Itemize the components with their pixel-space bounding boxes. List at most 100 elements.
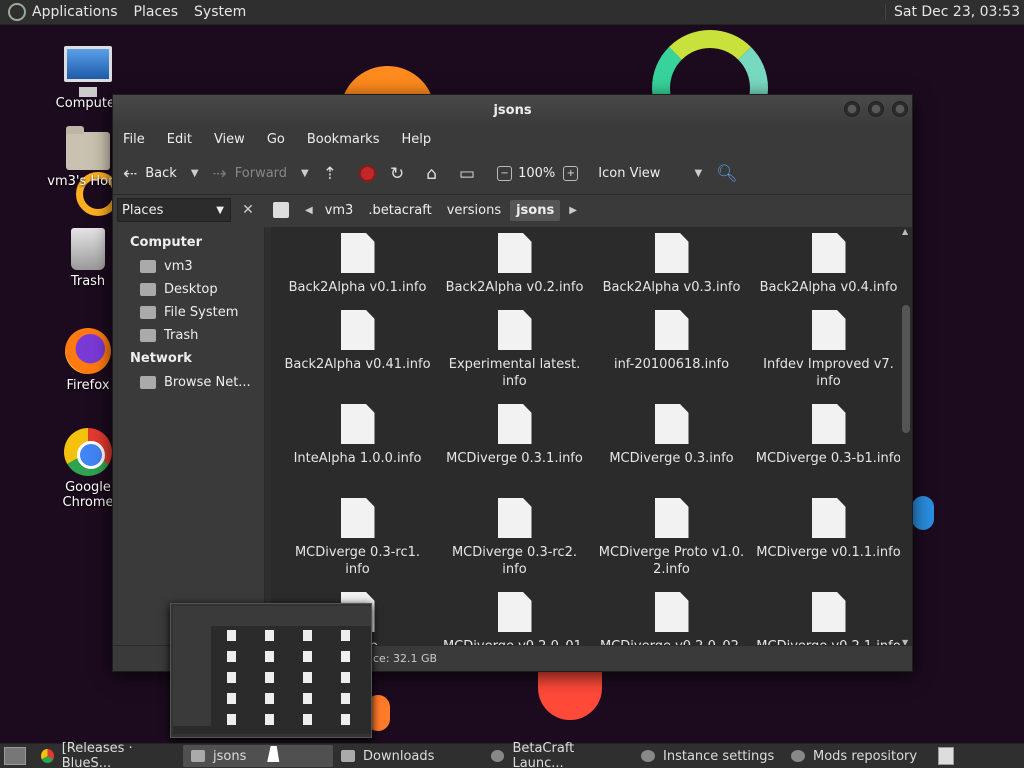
location-bar: Places ▼ ✕ ◀ vm3 .betacraft versions jso… [113, 195, 912, 225]
window-preview-thumbnail[interactable] [170, 603, 372, 738]
forward-button[interactable]: ⇢ Forward ▼ [213, 164, 309, 184]
scrollbar-thumb[interactable] [902, 305, 910, 433]
computer-icon [64, 46, 112, 97]
desktop-folder-icon [140, 283, 156, 296]
chevron-down-icon: ▼ [216, 204, 224, 216]
breadcrumb-right-arrow-icon[interactable]: ▶ [569, 205, 577, 216]
preview-document-icon [265, 693, 274, 704]
view-mode-select[interactable]: Icon View ▼ [598, 166, 702, 181]
file-view: Back2Alpha v0.1.info Back2Alpha v0.2.info… [271, 227, 912, 647]
file-item[interactable]: Back2Alpha v0.41.info [279, 310, 436, 404]
back-history-dropdown[interactable]: ▼ [191, 168, 199, 179]
sidebar-mode-select[interactable]: Places ▼ [117, 198, 231, 222]
search-button[interactable]: 🔍︎ [716, 164, 746, 184]
file-item[interactable]: MCDiverge 0.3-rc2. info [436, 498, 593, 592]
file-item[interactable]: Back2Alpha v0.2.info [436, 233, 593, 310]
home-button[interactable]: ⌂ [426, 164, 445, 184]
task-mods-repository[interactable]: Mods repository [783, 745, 933, 767]
file-name: MCDiverge 0.3.1.info [446, 451, 583, 466]
menu-bookmarks[interactable]: Bookmarks [307, 132, 380, 147]
sidebar-item-file-system[interactable]: File System [113, 301, 264, 324]
search-icon: 🔍︎ [716, 163, 738, 184]
places-sidebar: Computer vm3 Desktop File System Trash N… [113, 227, 265, 647]
edit-location-icon[interactable] [273, 202, 289, 218]
close-button[interactable] [892, 101, 908, 117]
vertical-scrollbar[interactable]: ▲ ▼ [900, 227, 912, 647]
file-item[interactable]: inf-20100618.info [593, 310, 750, 404]
stop-button[interactable] [359, 165, 376, 182]
maximize-button[interactable] [868, 101, 884, 117]
file-item[interactable]: MCDiverge v0.2.0_01. info [436, 592, 593, 647]
breadcrumb-versions[interactable]: versions [441, 200, 507, 221]
breadcrumb-vm3[interactable]: vm3 [319, 200, 360, 221]
zoom-out-icon[interactable]: − [497, 166, 513, 181]
window-title: jsons [493, 102, 532, 118]
up-button[interactable]: ⇡ [323, 164, 345, 184]
file-manager-window: jsons File Edit View Go Bookmarks Help ⇠… [112, 94, 913, 672]
file-name: MCDiverge v0.1.1.info [756, 545, 901, 560]
task-jsons[interactable]: jsons [183, 745, 333, 767]
file-item[interactable]: MCDiverge v0.1.1.info [750, 498, 907, 592]
show-desktop-button[interactable] [4, 747, 26, 765]
places-menu[interactable]: Places [134, 4, 179, 20]
file-item[interactable]: Infdev Improved v7. info [750, 310, 907, 404]
preview-document-icon [341, 672, 350, 683]
file-item[interactable]: MCDiverge Proto v1.0. 2.info [593, 498, 750, 592]
workspace-switcher[interactable] [938, 747, 954, 765]
reload-button[interactable]: ↻ [390, 164, 412, 184]
task-downloads[interactable]: Downloads [333, 745, 483, 767]
scroll-up-icon[interactable]: ▲ [902, 227, 908, 236]
file-item[interactable]: MCDiverge 0.3.1.info [436, 404, 593, 498]
file-item[interactable]: Back2Alpha v0.4.info [750, 233, 907, 310]
system-menu[interactable]: System [194, 4, 246, 20]
file-item[interactable]: Back2Alpha v0.3.info [593, 233, 750, 310]
applications-menu[interactable]: Applications [32, 4, 118, 20]
firefox-icon [65, 328, 111, 374]
file-item[interactable]: Experimental latest. info [436, 310, 593, 404]
breadcrumb-betacraft[interactable]: .betacraft [362, 200, 437, 221]
task-chrome[interactable]: [Releases · BlueS... [33, 741, 183, 768]
java-icon [491, 750, 505, 762]
sidebar-item-label: Browse Net... [164, 375, 251, 390]
minimize-button[interactable] [844, 101, 860, 117]
clock[interactable]: Sat Dec 23, 03:53 [884, 4, 1020, 20]
task-instance-settings[interactable]: Instance settings [633, 745, 783, 767]
sidebar-item-label: File System [164, 305, 239, 320]
chrome-icon [41, 749, 54, 763]
sidebar-item-label: Trash [164, 328, 199, 343]
menu-view[interactable]: View [214, 132, 245, 147]
distro-logo-icon[interactable] [8, 3, 26, 21]
document-icon [811, 592, 846, 632]
file-item[interactable]: MCDiverge v0.2.0_02. info [593, 592, 750, 647]
file-item[interactable]: MCDiverge 0.3.info [593, 404, 750, 498]
trash-icon [71, 228, 105, 270]
file-item[interactable]: MCDiverge 0.3-rc1. info [279, 498, 436, 592]
window-titlebar[interactable]: jsons [113, 95, 912, 125]
sidebar-item-trash[interactable]: Trash [113, 324, 264, 347]
file-item[interactable]: MCDiverge v0.2.1.info [750, 592, 907, 647]
file-name: Back2Alpha v0.4.info [759, 280, 898, 295]
forward-history-dropdown[interactable]: ▼ [301, 168, 309, 179]
menu-file[interactable]: File [123, 132, 145, 147]
task-betacraft[interactable]: BetaCraft Launc... [483, 741, 633, 768]
close-sidebar-icon[interactable]: ✕ [237, 202, 259, 218]
menu-help[interactable]: Help [401, 132, 431, 147]
taskbar: [Releases · BlueS... jsons Downloads Bet… [0, 741, 1024, 768]
menu-go[interactable]: Go [267, 132, 285, 147]
breadcrumb-left-arrow-icon[interactable]: ◀ [305, 205, 313, 216]
computer-button[interactable]: ▭ [459, 164, 483, 184]
document-icon [811, 498, 846, 538]
back-button[interactable]: ⇠ Back ▼ [123, 164, 199, 184]
file-item[interactable]: Back2Alpha v0.1.info [279, 233, 436, 310]
sidebar-item-desktop[interactable]: Desktop [113, 278, 264, 301]
file-item[interactable]: InteAlpha 1.0.0.info [279, 404, 436, 498]
sidebar-item-browse-network[interactable]: Browse Net... [113, 371, 264, 394]
breadcrumb-jsons[interactable]: jsons [510, 199, 561, 221]
file-name: MCDiverge 0.3-rc2. info [451, 545, 578, 577]
task-label: [Releases · BlueS... [61, 741, 133, 768]
zoom-in-icon[interactable]: + [563, 166, 579, 181]
menu-edit[interactable]: Edit [167, 132, 192, 147]
file-item[interactable]: MCDiverge 0.3-b1.info [750, 404, 907, 498]
sidebar-item-vm3[interactable]: vm3 [113, 255, 264, 278]
chrome-icon [64, 428, 112, 476]
